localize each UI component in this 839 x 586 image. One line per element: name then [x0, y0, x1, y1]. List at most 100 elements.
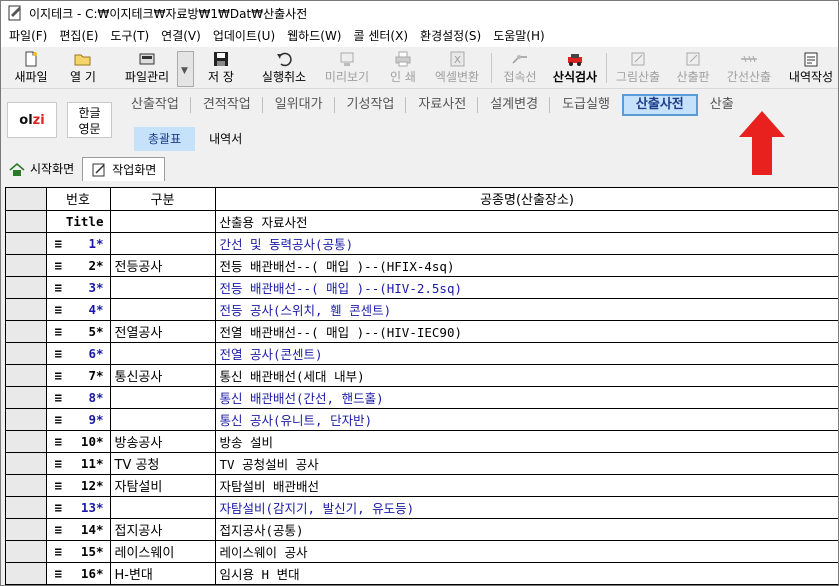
menu-settings[interactable]: 환경설정(S)	[414, 26, 487, 46]
cell-number[interactable]: ≡ 7*	[46, 364, 111, 387]
col-header-number[interactable]: 번호	[46, 188, 111, 211]
menu-tools[interactable]: 도구(T)	[104, 26, 155, 46]
tab-calc-dictionary[interactable]: 산출사전	[621, 94, 698, 116]
tab-calc-work[interactable]: 산출작업	[119, 94, 191, 116]
drag-handle-icon[interactable]: ≡	[55, 566, 63, 581]
file-manage-button[interactable]: 파일관리	[118, 49, 176, 87]
drag-handle-icon[interactable]: ≡	[55, 522, 63, 537]
cell-category[interactable]	[110, 408, 216, 431]
cell-number[interactable]: ≡ 16*	[46, 562, 111, 585]
subtab-itemized[interactable]: 내역서	[195, 127, 256, 151]
table-row[interactable]: ≡ 6* 전열 공사(콘센트)	[6, 342, 838, 365]
table-row[interactable]: ≡ 8* 통신 배관배선(간선, 핸드홀)	[6, 386, 838, 409]
row-selector[interactable]	[6, 210, 47, 233]
col-header-work-name[interactable]: 공종명(산출장소)	[215, 188, 838, 211]
cell-work-name[interactable]: 통신 배관배선(세대 내부)	[215, 364, 838, 387]
table-row[interactable]: Title 산출용 자료사전	[6, 210, 838, 233]
new-file-button[interactable]: 새파일	[9, 49, 53, 87]
cell-category[interactable]: 접지공사	[110, 518, 216, 541]
cell-number[interactable]: ≡ 15*	[46, 540, 111, 563]
subtab-summary[interactable]: 총괄표	[134, 127, 196, 151]
cell-work-name[interactable]: 자탐설비 배관배선	[215, 474, 838, 497]
row-selector[interactable]	[6, 452, 47, 475]
tab-progress-work[interactable]: 기성작업	[335, 94, 407, 116]
table-row[interactable]: ≡ 2* 전등공사 전등 배관배선--( 매입 )--(HFIX-4sq)	[6, 254, 838, 277]
row-selector[interactable]	[6, 496, 47, 519]
cell-work-name[interactable]: 방송 설비	[215, 430, 838, 453]
cell-number[interactable]: ≡ 13*	[46, 496, 111, 519]
cell-number[interactable]: ≡ 9*	[46, 408, 111, 431]
cell-number[interactable]: ≡ 1*	[46, 232, 111, 255]
row-selector[interactable]	[6, 562, 47, 585]
menu-webhard[interactable]: 웹하드(W)	[281, 26, 347, 46]
cell-number[interactable]: ≡ 3*	[46, 276, 111, 299]
drag-handle-icon[interactable]: ≡	[55, 346, 63, 361]
cell-category[interactable]	[110, 386, 216, 409]
menu-file[interactable]: 파일(F)	[3, 26, 53, 46]
cell-category[interactable]: H-변대	[110, 562, 216, 585]
cell-category[interactable]	[110, 232, 216, 255]
row-selector[interactable]	[6, 342, 47, 365]
tab-design-change[interactable]: 설계변경	[478, 94, 550, 116]
cell-work-name[interactable]: 산출용 자료사전	[215, 210, 838, 233]
file-manage-dropdown[interactable]: ▼	[177, 51, 194, 87]
cell-category[interactable]	[110, 298, 216, 321]
table-row[interactable]: ≡ 16* H-변대 임시용 H 변대	[6, 562, 838, 585]
cell-work-name[interactable]: 통신 공사(유니트, 단자반)	[215, 408, 838, 431]
cell-category[interactable]: 전열공사	[110, 320, 216, 343]
cell-work-name[interactable]: TV 공청설비 공사	[215, 452, 838, 475]
drag-handle-icon[interactable]: ≡	[55, 324, 63, 339]
cell-number[interactable]: ≡ 14*	[46, 518, 111, 541]
row-selector[interactable]	[6, 540, 47, 563]
save-button[interactable]: 저 장	[201, 49, 241, 87]
row-selector[interactable]	[6, 408, 47, 431]
tab-contract-exec[interactable]: 도급실행	[550, 94, 622, 116]
drag-handle-icon[interactable]: ≡	[55, 456, 63, 471]
tab-estimate-work[interactable]: 견적작업	[191, 94, 263, 116]
cell-category[interactable]: 통신공사	[110, 364, 216, 387]
connect-line-button[interactable]: 접속선	[498, 49, 542, 87]
drag-handle-icon[interactable]: ≡	[55, 478, 63, 493]
open-button[interactable]: 열 기	[63, 49, 103, 87]
tab-data-dictionary[interactable]: 자료사전	[406, 94, 479, 116]
table-row[interactable]: ≡ 1* 간선 및 동력공사(공통)	[6, 232, 838, 255]
preview-button[interactable]: 미리보기	[319, 49, 375, 87]
table-row[interactable]: ≡ 4* 전등 공사(스위치, 휀 콘센트)	[6, 298, 838, 321]
row-selector[interactable]	[6, 232, 47, 255]
row-selector[interactable]	[6, 364, 47, 387]
table-row[interactable]: ≡ 3* 전등 배관배선--( 매입 )--(HIV-2.5sq)	[6, 276, 838, 299]
drag-handle-icon[interactable]: ≡	[55, 236, 63, 251]
table-row[interactable]: ≡ 11* TV 공청 TV 공청설비 공사	[6, 452, 838, 475]
row-selector[interactable]	[6, 386, 47, 409]
cell-work-name[interactable]: 전등 배관배선--( 매입 )--(HIV-2.5sq)	[215, 276, 838, 299]
table-row[interactable]: ≡ 14* 접지공사 접지공사(공통)	[6, 518, 838, 541]
cell-number[interactable]: ≡ 4*	[46, 298, 111, 321]
cell-number[interactable]: ≡ 10*	[46, 430, 111, 453]
undo-button[interactable]: 실행취소	[255, 49, 313, 87]
cell-work-name[interactable]: 임시용 H 변대	[215, 562, 838, 585]
cell-number[interactable]: ≡ 11*	[46, 452, 111, 475]
cell-work-name[interactable]: 전등 배관배선--( 매입 )--(HFIX-4sq)	[215, 254, 838, 277]
row-selector[interactable]	[6, 474, 47, 497]
cell-number[interactable]: ≡ 6*	[46, 342, 111, 365]
tab-start-screen[interactable]: 시작화면	[1, 157, 82, 181]
formula-check-button[interactable]: 산식검사	[549, 49, 601, 87]
row-selector[interactable]	[6, 320, 47, 343]
cell-category[interactable]	[110, 210, 216, 233]
cell-number[interactable]: Title	[46, 210, 111, 233]
table-row[interactable]: ≡ 13* 자탐설비(감지기, 발신기, 유도등)	[6, 496, 838, 519]
lang-korean[interactable]: 한글	[68, 105, 111, 121]
drag-handle-icon[interactable]: ≡	[55, 390, 63, 405]
menu-callcenter[interactable]: 콜 센터(X)	[348, 26, 415, 46]
cell-category[interactable]: 자탐설비	[110, 474, 216, 497]
table-row[interactable]: ≡ 5* 전열공사 전열 배관배선--( 매입 )--(HIV-IEC90)	[6, 320, 838, 343]
calc-board-button[interactable]: 산출판	[671, 49, 715, 87]
cell-work-name[interactable]: 간선 및 동력공사(공통)	[215, 232, 838, 255]
cell-category[interactable]: TV 공청	[110, 452, 216, 475]
drag-handle-icon[interactable]: ≡	[55, 302, 63, 317]
excel-export-button[interactable]: X 엑셀변환	[431, 49, 483, 87]
table-row[interactable]: ≡ 12* 자탐설비 자탐설비 배관배선	[6, 474, 838, 497]
menu-help[interactable]: 도움말(H)	[487, 26, 551, 46]
cell-category[interactable]: 레이스웨이	[110, 540, 216, 563]
drag-handle-icon[interactable]: ≡	[55, 368, 63, 383]
